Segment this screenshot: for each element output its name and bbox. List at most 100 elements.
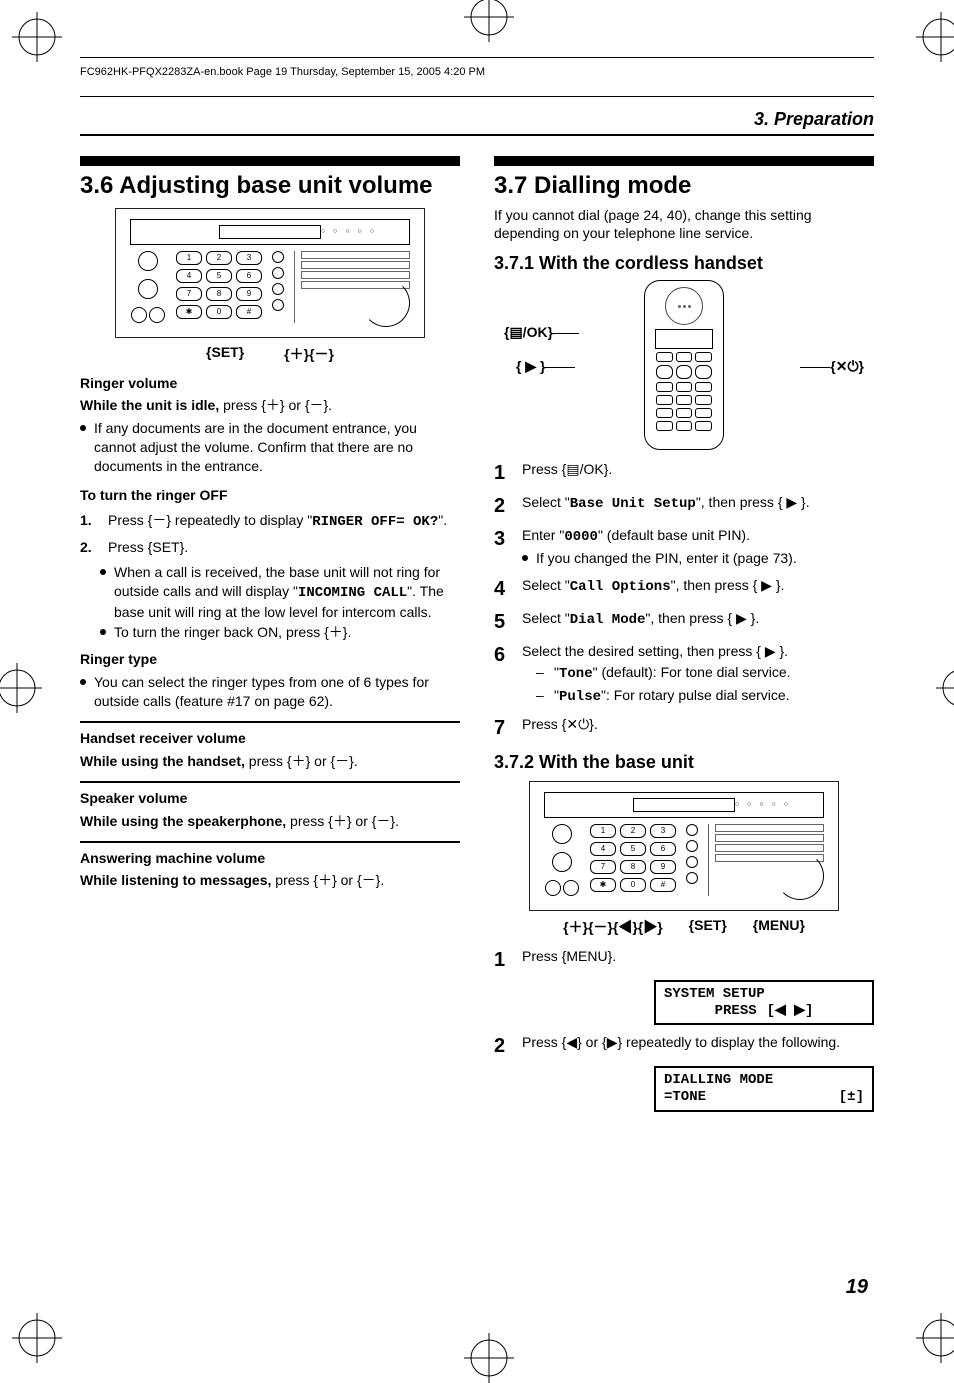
ringer-type-note: You can select the ringer types from one… <box>80 673 460 711</box>
divider <box>80 721 460 723</box>
speaker-volume-heading: Speaker volume <box>80 789 460 808</box>
step1-b: ". <box>438 512 447 528</box>
base-step-1: 1 Press {MENU}. <box>494 947 874 974</box>
hs5-code: Dial Mode <box>570 612 646 628</box>
hs3-bullet: If you changed the PIN, enter it (page 7… <box>522 549 797 568</box>
crop-mark-bottom-left <box>12 1313 38 1339</box>
hs1-text: Press {▤/OK}. <box>522 460 612 487</box>
crop-mark-mid-right <box>936 663 954 689</box>
hs4-b: ", then press { ▶ }. <box>671 577 785 593</box>
hs6d1-b: " (default): For tone dial service. <box>593 664 791 680</box>
hs6d2-code: Pulse <box>559 689 601 705</box>
ringer-type-text: You can select the ringer types from one… <box>94 673 460 711</box>
caption-set: {SET} <box>206 344 244 364</box>
crop-mark-top-right <box>916 12 942 38</box>
section-3-7-intro: If you cannot dial (page 24, 40), change… <box>494 206 874 244</box>
ringer-volume-note-text: If any documents are in the document ent… <box>94 419 460 476</box>
hs2-code: Base Unit Setup <box>570 496 696 512</box>
step1-a: Press {－} repeatedly to display " <box>108 512 312 528</box>
note1-code: INCOMING CALL <box>298 585 407 601</box>
am-volume-line: While listening to messages, press {＋} o… <box>80 871 460 890</box>
caption2-arrows: {＋}{－}{◀}{▶} <box>563 917 663 937</box>
lcd2-l2b: [±] <box>839 1089 864 1106</box>
ringer-off-note-1: When a call is received, the base unit w… <box>100 563 460 622</box>
bullet-dot-icon <box>100 569 106 575</box>
lcd2-l1: DIALLING MODE <box>664 1072 773 1089</box>
label-right: { ▶ } <box>516 358 575 375</box>
page: FC962HK-PFQX2283ZA-en.book Page 19 Thurs… <box>0 0 954 1351</box>
ringer-off-note-2: To turn the ringer back ON, press {＋}. <box>100 623 460 642</box>
hs4-a: Select " <box>522 577 570 593</box>
label-menu-ok: {▤/OK} <box>504 324 579 341</box>
handset-step-2: 2 Select "Base Unit Setup", then press {… <box>494 493 874 520</box>
hs6d1-code: Tone <box>559 666 593 682</box>
caption-plusminus: {＋}{－} <box>284 344 334 364</box>
lcd1-l2a: PRESS <box>715 1003 757 1020</box>
handset-step-5: 5 Select "Dial Mode", then press { ▶ }. <box>494 609 874 636</box>
ringer-volume-while-idle: While the unit is idle, press {＋} or {－}… <box>80 396 460 415</box>
speaker-volume-line: While using the speakerphone, press {＋} … <box>80 812 460 831</box>
while-idle-press: press {＋} or {－}. <box>223 397 332 413</box>
handset-step-4: 4 Select "Call Options", then press { ▶ … <box>494 576 874 603</box>
hs3-bullet-text: If you changed the PIN, enter it (page 7… <box>536 549 797 568</box>
handset-volume-line: While using the handset, press {＋} or {－… <box>80 752 460 771</box>
base-step-2: 2 Press {◀} or {▶} repeatedly to display… <box>494 1033 874 1060</box>
lcd1-l1: SYSTEM SETUP <box>664 986 765 1003</box>
lcd2-l2a: =TONE <box>664 1089 706 1106</box>
header-rule-top <box>80 57 874 58</box>
page-number: 19 <box>846 1276 868 1299</box>
crop-mark-mid-bottom <box>464 1333 490 1359</box>
section-bar <box>80 156 460 166</box>
step1-code: RINGER OFF= OK? <box>312 514 438 530</box>
section-3-7-1-title: 3.7.1 With the cordless handset <box>494 253 874 274</box>
hs3-b: " (default base unit PIN). <box>598 527 750 543</box>
handset-step-1: 1 Press {▤/OK}. <box>494 460 874 487</box>
bullet-dot-icon <box>522 555 528 561</box>
hs3-a: Enter " <box>522 527 564 543</box>
am-volume-heading: Answering machine volume <box>80 849 460 868</box>
ringer-off-step-1: 1. Press {－} repeatedly to display "RING… <box>80 511 460 532</box>
bullet-dot-icon <box>80 679 86 685</box>
divider <box>80 781 460 783</box>
chapter-title: 3. Preparation <box>80 109 874 130</box>
base-unit-figure-2: ○ ○ ○ ○ ○ 123 456 789 ✱0# <box>529 781 839 911</box>
crop-mark-bottom-right <box>916 1313 942 1339</box>
crop-mark-mid-left <box>0 663 18 689</box>
hs5-a: Select " <box>522 610 570 626</box>
left-column: 3.6 Adjusting base unit volume ○ ○ ○ ○ ○ <box>80 156 460 1120</box>
header-rule-bottom <box>80 96 874 97</box>
handset-figure: {▤/OK} { ▶ } {✕⏻} <box>564 280 804 450</box>
sv-b: press {＋} or {－}. <box>290 813 399 829</box>
ringer-volume-note: If any documents are in the document ent… <box>80 419 460 476</box>
handset-step-6: 6 Select the desired setting, then press… <box>494 642 874 709</box>
crop-mark-mid-top <box>464 0 490 18</box>
ringer-off-heading: To turn the ringer OFF <box>80 486 460 505</box>
handset-step-7: 7 Press {✕⏻}. <box>494 715 874 742</box>
hs3-code: 0000 <box>564 529 598 545</box>
base-unit-figure: ○ ○ ○ ○ ○ 123 456 789 ✱0# <box>115 208 425 338</box>
divider <box>80 841 460 843</box>
header-book-info: FC962HK-PFQX2283ZA-en.book Page 19 Thurs… <box>80 66 874 78</box>
am-b: press {＋} or {－}. <box>275 872 384 888</box>
hs4-code: Call Options <box>570 579 671 595</box>
hs6-text: Select the desired setting, then press {… <box>522 642 791 661</box>
ringer-off-step-2: 2. Press {SET}. <box>80 538 460 557</box>
handset-step-3: 3 Enter "0000" (default base unit PIN). … <box>494 526 874 570</box>
lcd1-l2b: [◀ ▶] <box>767 1003 814 1020</box>
figure-2-caption: {＋}{－}{◀}{▶} {SET} {MENU} <box>494 917 874 937</box>
hs6-dash-1: –"Tone" (default): For tone dial service… <box>536 663 791 684</box>
ringer-volume-heading: Ringer volume <box>80 374 460 393</box>
lcd-display-1: SYSTEM SETUP PRESS [◀ ▶] <box>654 980 874 1026</box>
bullet-dot-icon <box>100 629 106 635</box>
hs6d2-b: ": For rotary pulse dial service. <box>601 687 790 703</box>
step2-text: Press {SET}. <box>108 538 188 557</box>
am-a: While listening to messages, <box>80 872 275 888</box>
hv-a: While using the handset, <box>80 753 249 769</box>
bs2-text: Press {◀} or {▶} repeatedly to display t… <box>522 1033 840 1060</box>
while-idle-bold: While the unit is idle, <box>80 397 223 413</box>
right-column: 3.7 Dialling mode If you cannot dial (pa… <box>494 156 874 1120</box>
hs2-a: Select " <box>522 494 570 510</box>
lcd-display-2: DIALLING MODE =TONE [±] <box>654 1066 874 1112</box>
hs7-text: Press {✕⏻}. <box>522 715 598 742</box>
section-3-7-title: 3.7 Dialling mode <box>494 172 874 200</box>
